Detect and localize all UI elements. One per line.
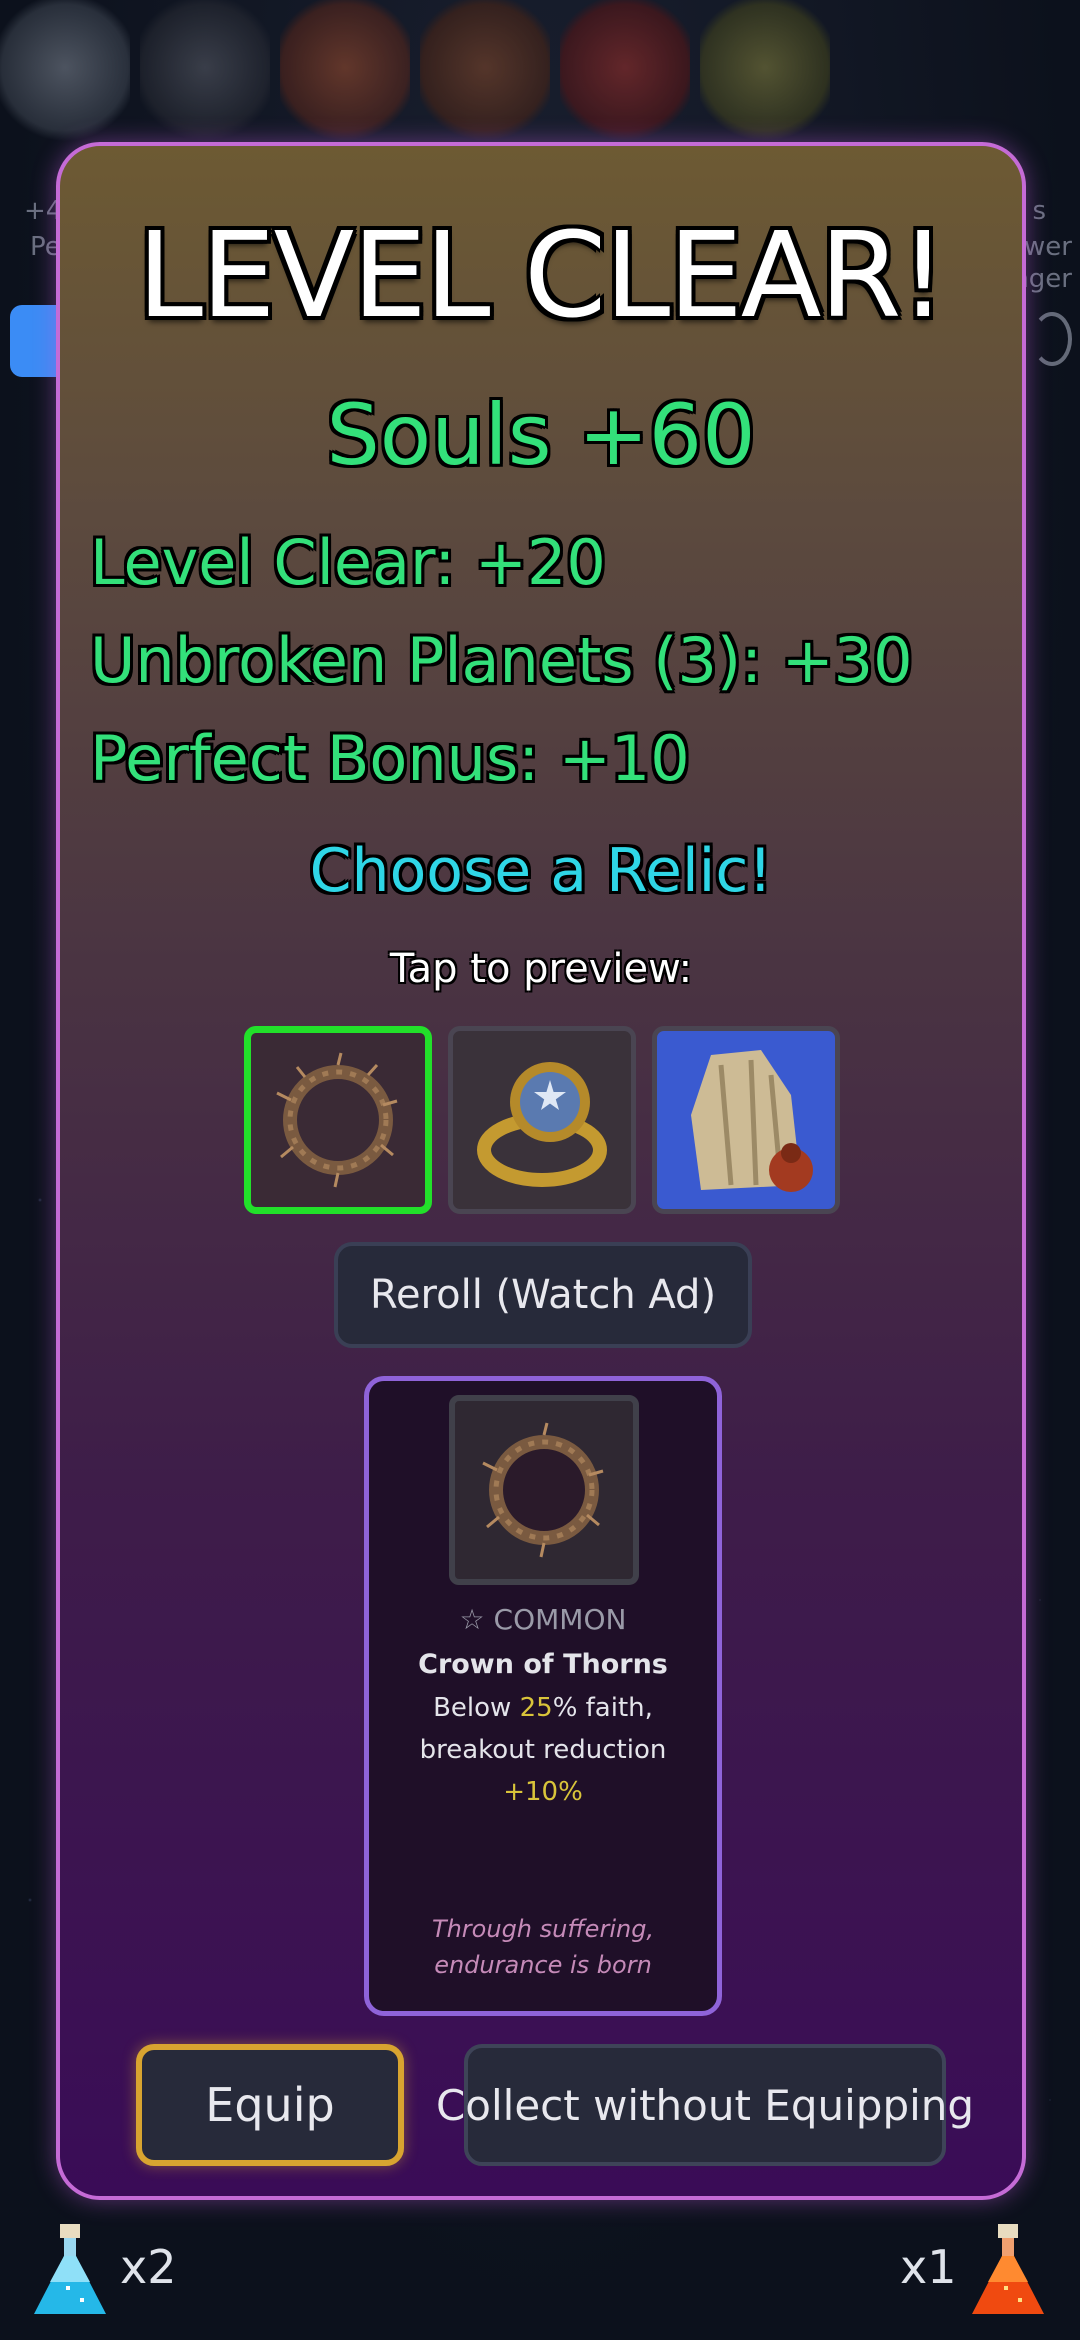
crown-of-thorns-icon: [482, 1422, 604, 1558]
side-ring-icon: [1032, 312, 1072, 366]
choose-relic-heading: Choose a Relic!: [309, 836, 773, 906]
boss-portrait-strip: [0, 0, 1080, 160]
cloak-icon: [691, 1050, 813, 1192]
king-boss-icon: [140, 0, 270, 150]
relic-options: [244, 1026, 840, 1214]
desc-value-faith: 25: [519, 1693, 553, 1723]
souls-total: Souls +60: [326, 386, 756, 484]
relic-name: Crown of Thorns: [418, 1649, 668, 1680]
desc-value-reduction: +10%: [503, 1777, 583, 1807]
reward-perfect-bonus: Perfect Bonus: +10: [90, 722, 690, 795]
blue-potion-count: x2: [120, 2240, 177, 2294]
side-text-right-1: s: [1032, 196, 1046, 226]
relic-detail-card: ☆ COMMON Crown of Thorns Below 25% faith…: [364, 1376, 722, 2016]
reroll-button[interactable]: Reroll (Watch Ad): [334, 1242, 752, 1348]
side-text-right-2: wer: [1024, 232, 1072, 262]
reward-unbroken-planets: Unbroken Planets (3): +30: [90, 624, 913, 697]
collect-without-equipping-button[interactable]: Collect without Equipping: [436, 2044, 974, 2166]
lion-demon-boss-icon: [280, 0, 410, 150]
relic-detail-image: [449, 1395, 639, 1585]
equip-button[interactable]: Equip: [136, 2044, 404, 2166]
tap-to-preview-label: Tap to preview:: [389, 946, 693, 992]
red-potion-icon[interactable]: [968, 2222, 1048, 2322]
reward-level-clear: Level Clear: +20: [90, 526, 606, 599]
relic-option-star-ring[interactable]: [448, 1026, 636, 1214]
relic-rarity: ☆ COMMON: [459, 1603, 627, 1636]
crown-of-thorns-icon: [276, 1052, 398, 1188]
fly-demon-boss-icon: [560, 0, 690, 150]
desc-text-1: Below: [433, 1693, 520, 1723]
blue-potion-icon[interactable]: [30, 2222, 110, 2322]
star-ring-icon: [477, 1062, 607, 1187]
horned-demon-boss-icon: [420, 0, 550, 150]
relic-flavor-text: Through suffering, endurance is born: [431, 1915, 655, 1979]
relic-description: Below 25% faith, breakout reduction +10%: [381, 1687, 705, 1813]
relic-option-cloak[interactable]: [652, 1026, 840, 1214]
level-clear-title: LEVEL CLEAR!: [137, 206, 947, 344]
relic-option-crown-of-thorns[interactable]: [244, 1026, 432, 1214]
dragon-boss-icon: [0, 0, 130, 150]
toad-boss-icon: [700, 0, 830, 150]
level-clear-modal: LEVEL CLEAR! Souls +60 Level Clear: +20 …: [56, 142, 1026, 2200]
red-potion-count: x1: [900, 2240, 957, 2294]
